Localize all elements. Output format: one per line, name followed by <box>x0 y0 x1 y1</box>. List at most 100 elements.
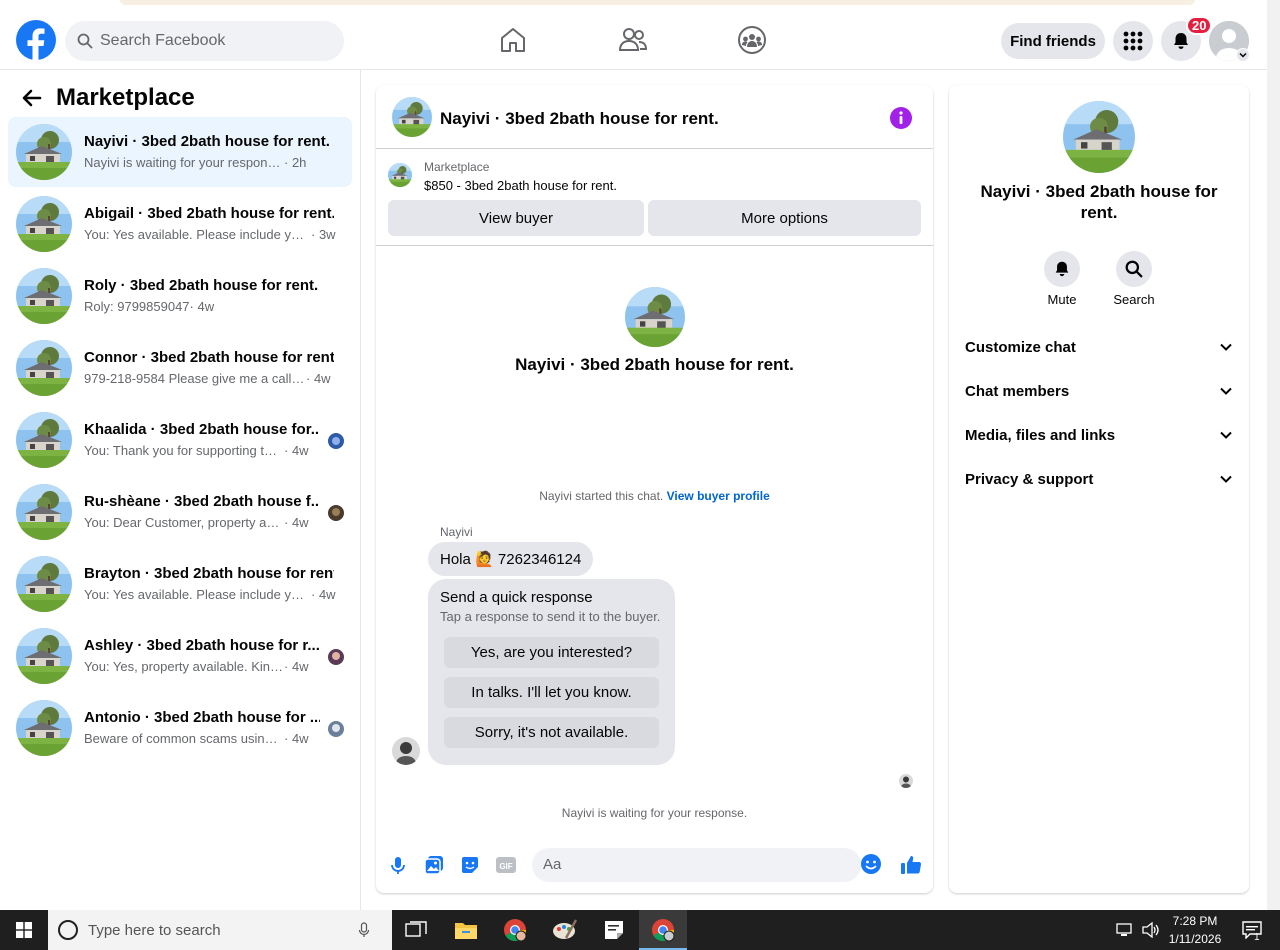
message-input[interactable] <box>543 856 813 873</box>
chat-avatar[interactable] <box>392 97 432 137</box>
page-scrollbar[interactable] <box>1267 0 1280 910</box>
conversation-title: Nayivi · 3bed 2bath house for rent. <box>84 133 330 150</box>
raising-hand-emoji: 🙋 <box>475 551 494 568</box>
search-icon <box>77 33 93 49</box>
paint-icon[interactable] <box>541 910 589 950</box>
more-options-button[interactable]: More options <box>648 200 921 236</box>
read-receipt-avatar <box>328 721 344 737</box>
conversation-sidebar: Marketplace Nayivi · 3bed 2bath house fo… <box>0 70 361 910</box>
chevron-down-icon <box>1219 472 1233 486</box>
chevron-down-icon <box>1219 384 1233 398</box>
conversation-preview: You: Dear Customer, property avail... · … <box>84 515 309 530</box>
cortana-icon <box>58 920 78 940</box>
grid-menu-icon <box>1123 31 1143 51</box>
menu-grid-button[interactable] <box>1113 21 1153 61</box>
system-clock[interactable]: 7:28 PM 1/11/2026 <box>1160 912 1230 948</box>
conversation-preview: Beware of common scams using p... · 4w <box>84 731 309 746</box>
thumbs-up-icon[interactable] <box>899 853 923 877</box>
chevron-down-icon <box>1219 340 1233 354</box>
windows-start-icon[interactable] <box>0 910 48 950</box>
customize-chat-section[interactable]: Customize chat <box>965 332 1233 362</box>
quick-reply-button[interactable]: Sorry, it's not available. <box>444 717 659 748</box>
conversation-title: Connor · 3bed 2bath house for rent. <box>84 349 334 366</box>
conversation-item[interactable]: Antonio · 3bed 2bath house for ... Bewar… <box>8 693 352 763</box>
conversation-preview: 979-218-9584 Please give me a call t... … <box>84 371 331 386</box>
photo-icon[interactable] <box>423 854 445 876</box>
quick-reply-button[interactable]: In talks. I'll let you know. <box>444 677 659 708</box>
message-composer: GIF <box>376 845 933 885</box>
taskbar-search-input[interactable] <box>88 921 358 939</box>
conversation-item[interactable]: Ru-shèane · 3bed 2bath house f... You: D… <box>8 477 352 547</box>
search-input[interactable] <box>100 32 320 50</box>
quick-response-title: Send a quick response <box>440 589 593 606</box>
microphone-icon[interactable] <box>387 854 409 876</box>
chat-header: Nayivi · 3bed 2bath house for rent. <box>376 85 933 149</box>
info-icon[interactable] <box>890 107 912 129</box>
message-input-box[interactable] <box>532 848 861 882</box>
search-bar[interactable] <box>65 21 344 61</box>
details-title: Nayivi · 3bed 2bath house for rent. <box>980 182 1218 222</box>
chat-members-section[interactable]: Chat members <box>965 376 1233 406</box>
back-arrow-icon[interactable] <box>20 86 44 110</box>
network-icon[interactable] <box>1110 910 1140 950</box>
file-explorer-icon[interactable] <box>442 910 490 950</box>
chat-title[interactable]: Nayivi · 3bed 2bath house for rent. <box>440 109 719 129</box>
gif-icon[interactable]: GIF <box>495 854 517 876</box>
listing-thumbnail <box>16 484 72 540</box>
listing-thumbnail <box>16 268 72 324</box>
task-view-icon[interactable] <box>392 910 440 950</box>
conversation-avatar <box>625 287 685 347</box>
conversation-item[interactable]: Roly · 3bed 2bath house for rent. Roly: … <box>8 261 352 331</box>
chrome-active-icon[interactable] <box>639 910 687 950</box>
friends-icon[interactable] <box>617 24 649 56</box>
mute-button[interactable]: Mute <box>1032 251 1092 307</box>
conversation-title: Abigail · 3bed 2bath house for rent. <box>84 205 334 222</box>
sender-avatar[interactable] <box>392 737 420 765</box>
listing-thumbnail <box>16 556 72 612</box>
microphone-icon[interactable] <box>358 922 370 938</box>
chevron-down-icon[interactable] <box>1236 48 1250 62</box>
divider <box>376 245 933 246</box>
conversation-title: Ru-shèane · 3bed 2bath house f... <box>84 493 320 510</box>
privacy-support-section[interactable]: Privacy & support <box>965 464 1233 494</box>
conversation-title: Khaalida · 3bed 2bath house for... <box>84 421 320 438</box>
media-files-links-section[interactable]: Media, files and links <box>965 420 1233 450</box>
read-receipt-avatar <box>328 505 344 521</box>
home-icon[interactable] <box>497 24 529 56</box>
conversation-item[interactable]: Connor · 3bed 2bath house for rent. 979-… <box>8 333 352 403</box>
conversation-preview: Roly: 9799859047 · 4w <box>84 299 215 314</box>
top-navigation: Find friends 20 <box>0 10 1267 70</box>
listing-price-title: $850 - 3bed 2bath house for rent. <box>424 178 617 193</box>
groups-icon[interactable] <box>736 24 768 56</box>
conversation-item[interactable]: Abigail · 3bed 2bath house for rent. You… <box>8 189 352 259</box>
quick-reply-button[interactable]: Yes, are you interested? <box>444 637 659 668</box>
listing-info[interactable]: Marketplace $850 - 3bed 2bath house for … <box>388 159 918 195</box>
action-center-icon[interactable]: 1 <box>1232 910 1272 950</box>
listing-thumbnail <box>16 412 72 468</box>
facebook-logo-icon[interactable] <box>16 20 56 60</box>
conversation-title: Nayivi · 3bed 2bath house for rent. <box>515 355 794 374</box>
conversation-item[interactable]: Nayivi · 3bed 2bath house for rent. Nayi… <box>8 117 352 187</box>
search-in-chat-button[interactable]: Search <box>1104 251 1164 307</box>
sticky-notes-icon[interactable] <box>590 910 638 950</box>
listing-thumbnail <box>16 196 72 252</box>
read-receipt-avatar <box>328 433 344 449</box>
marketplace-label: Marketplace <box>424 160 490 174</box>
chat-window: Nayivi · 3bed 2bath house for rent. Mark… <box>376 85 933 893</box>
view-buyer-profile-link[interactable]: View buyer profile <box>667 489 770 503</box>
sender-name: Nayivi <box>440 525 473 539</box>
sticker-icon[interactable] <box>459 854 481 876</box>
taskbar-search[interactable] <box>48 910 392 950</box>
conversation-item[interactable]: Brayton · 3bed 2bath house for rent. You… <box>8 549 352 619</box>
find-friends-button[interactable]: Find friends <box>1001 23 1105 59</box>
conversation-item[interactable]: Ashley · 3bed 2bath house for r... You: … <box>8 621 352 691</box>
conversation-preview: Nayivi is waiting for your response. · 2… <box>84 155 307 170</box>
listing-thumbnail <box>388 163 412 187</box>
emoji-icon[interactable] <box>860 853 882 875</box>
conversation-item[interactable]: Khaalida · 3bed 2bath house for... You: … <box>8 405 352 475</box>
message-bubble: Hola 🙋 7262346124 <box>428 542 594 576</box>
view-buyer-button[interactable]: View buyer <box>388 200 644 236</box>
conversation-preview: You: Yes available. Please include your.… <box>84 587 336 602</box>
conversation-preview: You: Yes, property available. Kindly ...… <box>84 659 309 674</box>
chrome-icon[interactable] <box>491 910 539 950</box>
